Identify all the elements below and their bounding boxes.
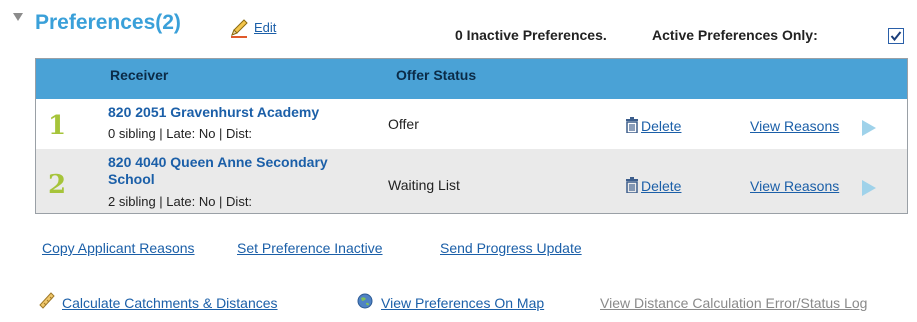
view-reasons-link[interactable]: View Reasons: [750, 118, 839, 134]
view-distance-error-log-link[interactable]: View Distance Calculation Error/Status L…: [600, 295, 867, 311]
receiver-name-line1: 820 2051 Gravenhurst Academy: [108, 104, 320, 120]
row-number: 2: [48, 170, 67, 200]
receiver-name-link[interactable]: 820 4040 Queen Anne Secondary School: [108, 154, 328, 188]
pencil-icon[interactable]: [228, 17, 250, 39]
active-only-checkbox[interactable]: [888, 28, 904, 44]
trash-icon[interactable]: [625, 117, 639, 133]
receiver-name-line2: School: [108, 171, 155, 187]
row-number: 1: [48, 111, 67, 141]
receiver-meta: 0 sibling | Late: No | Dist:: [108, 126, 253, 141]
offer-status: Offer: [388, 116, 419, 132]
edit-link[interactable]: Edit: [254, 20, 276, 35]
receiver-name-line1: 820 4040 Queen Anne Secondary: [108, 154, 328, 170]
delete-link[interactable]: Delete: [641, 178, 681, 194]
trash-icon[interactable]: [625, 177, 639, 193]
active-only-label: Active Preferences Only:: [652, 27, 818, 43]
collapse-toggle-icon[interactable]: [13, 13, 23, 21]
globe-icon: [357, 293, 373, 309]
title-count: (2): [155, 11, 181, 34]
view-reasons-link[interactable]: View Reasons: [750, 178, 839, 194]
checkbox-check-icon: [890, 31, 902, 42]
view-preferences-on-map-link[interactable]: View Preferences On Map: [381, 295, 544, 311]
delete-link[interactable]: Delete: [641, 118, 681, 134]
title-text: Preferences: [35, 11, 156, 34]
inactive-count-text: 0 Inactive Preferences.: [455, 27, 607, 43]
ruler-icon: [39, 292, 55, 309]
receiver-name-link[interactable]: 820 2051 Gravenhurst Academy: [108, 104, 319, 121]
play-arrow-icon[interactable]: [862, 120, 876, 136]
receiver-meta: 2 sibling | Late: No | Dist:: [108, 194, 253, 209]
page-title: Preferences(2): [35, 11, 181, 35]
calculate-catchments-link[interactable]: Calculate Catchments & Distances: [62, 295, 278, 311]
send-progress-update-link[interactable]: Send Progress Update: [440, 240, 582, 256]
play-arrow-icon[interactable]: [862, 180, 876, 196]
column-header-receiver: Receiver: [110, 67, 169, 83]
copy-applicant-reasons-link[interactable]: Copy Applicant Reasons: [42, 240, 195, 256]
offer-status: Waiting List: [388, 177, 460, 193]
set-preference-inactive-link[interactable]: Set Preference Inactive: [237, 240, 383, 256]
column-header-offer-status: Offer Status: [396, 67, 477, 83]
